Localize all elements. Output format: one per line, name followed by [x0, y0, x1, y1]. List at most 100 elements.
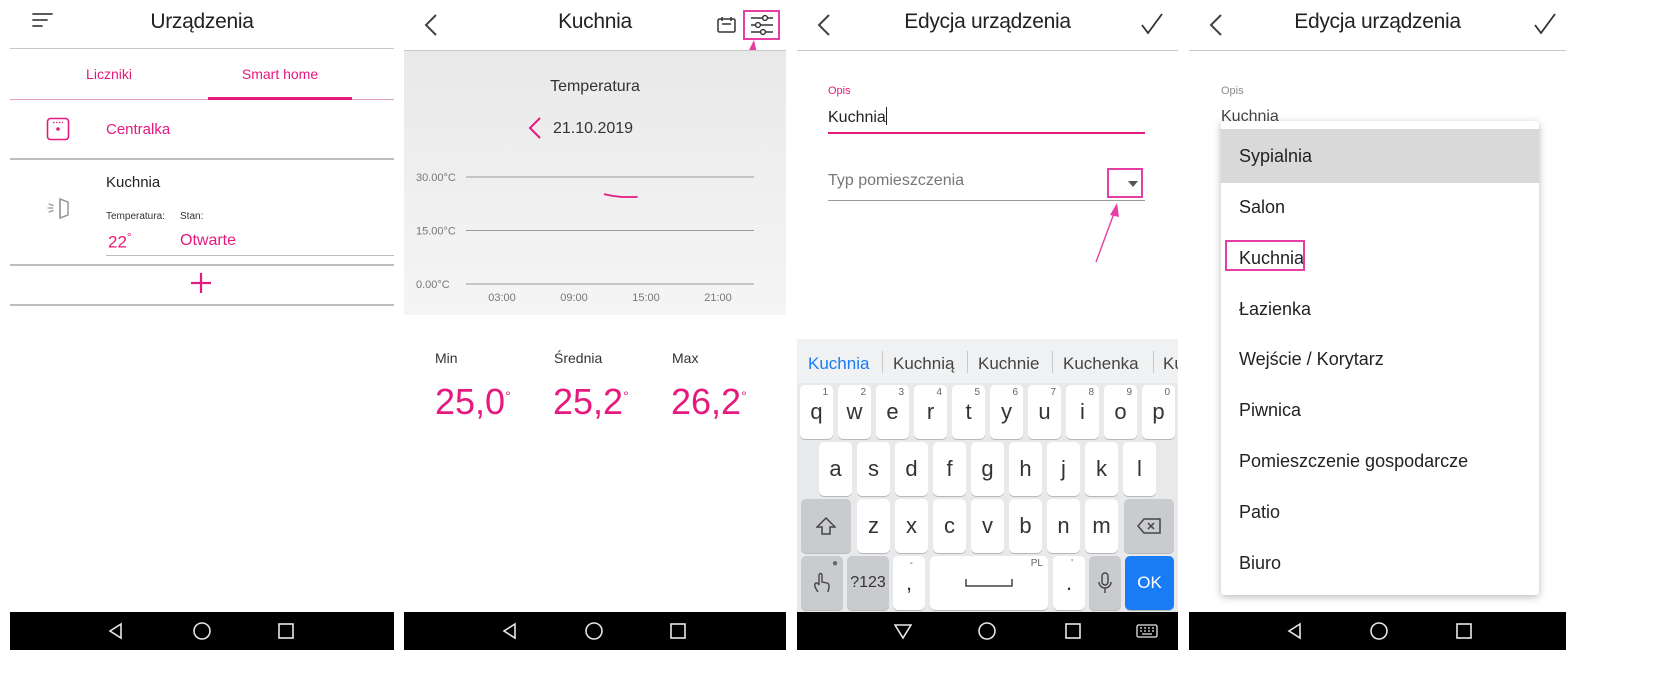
key-y[interactable]: 6y	[990, 385, 1023, 439]
key-o[interactable]: 9o	[1104, 385, 1137, 439]
key-h[interactable]: h	[1009, 442, 1042, 496]
home-nav-icon[interactable]	[584, 621, 604, 641]
key-n[interactable]: n	[1047, 499, 1080, 553]
confirm-check-icon[interactable]	[1140, 12, 1164, 36]
option-patio[interactable]: Patio	[1221, 485, 1539, 539]
key-b[interactable]: b	[1009, 499, 1042, 553]
option-biuro[interactable]: Biuro	[1221, 536, 1539, 590]
key-t[interactable]: 5t	[952, 385, 985, 439]
key-number-hint: 9	[1126, 387, 1132, 398]
hub-row[interactable]: Centralka	[10, 101, 394, 159]
back-nav-icon[interactable]	[106, 621, 126, 641]
option-wejscie-korytarz[interactable]: Wejście / Korytarz	[1221, 332, 1539, 386]
page-title: Edycja urządzenia	[904, 10, 1071, 33]
home-nav-icon[interactable]	[977, 621, 997, 641]
key-r[interactable]: 4r	[914, 385, 947, 439]
recents-nav-icon[interactable]	[668, 621, 688, 641]
key-g[interactable]: g	[971, 442, 1004, 496]
key-c[interactable]: c	[933, 499, 966, 553]
suggestion-5[interactable]: Ku	[1163, 354, 1178, 374]
date-prev-icon[interactable]	[528, 116, 542, 140]
key-label: z	[868, 513, 879, 538]
y-tick-label: 30.00°C	[416, 172, 456, 184]
key-u[interactable]: 7u	[1028, 385, 1061, 439]
home-nav-icon[interactable]	[1369, 621, 1389, 641]
key-a[interactable]: a	[819, 442, 852, 496]
key-q[interactable]: 1q	[800, 385, 833, 439]
plus-icon[interactable]	[190, 272, 212, 294]
key-x[interactable]: x	[895, 499, 928, 553]
option-pomieszczenie-gospodarcze[interactable]: Pomieszczenie gospodarcze	[1221, 434, 1539, 488]
option-salon[interactable]: Salon	[1221, 180, 1539, 234]
tab-smart-home[interactable]: Smart home	[208, 66, 352, 82]
key-s[interactable]: s	[857, 442, 890, 496]
option-lazienka[interactable]: Łazienka	[1221, 282, 1539, 336]
tab-liczniki[interactable]: Liczniki	[10, 66, 208, 82]
recents-nav-icon[interactable]	[276, 621, 296, 641]
key-label: r	[926, 399, 935, 424]
row-divider	[10, 304, 394, 306]
comma-key[interactable]: - ,	[893, 556, 925, 610]
key-j[interactable]: j	[1047, 442, 1080, 496]
option-label: Patio	[1239, 501, 1281, 522]
shift-key[interactable]	[801, 499, 851, 553]
key-label: s	[868, 456, 879, 481]
room-type-select[interactable]: Typ pomieszczenia	[828, 172, 1145, 201]
back-nav-icon[interactable]	[500, 621, 520, 641]
back-nav-icon[interactable]	[1285, 621, 1305, 641]
key-l[interactable]: l	[1123, 442, 1156, 496]
device-row[interactable]: Kuchnia Temperatura: Stan: 22° Otwarte	[10, 160, 394, 264]
gesture-key[interactable]: ●	[801, 556, 843, 610]
hide-keyboard-nav-icon[interactable]	[893, 621, 913, 641]
backspace-key[interactable]	[1124, 499, 1174, 553]
recents-nav-icon[interactable]	[1454, 621, 1474, 641]
period-key[interactable]: ' .	[1053, 556, 1085, 610]
temperature-number: 22	[108, 232, 127, 252]
key-number-hint: 0	[1164, 387, 1170, 398]
option-label: Sypialnia	[1239, 145, 1313, 166]
header-divider	[797, 50, 1178, 51]
key-k[interactable]: k	[1085, 442, 1118, 496]
keyboard: Kuchnia Kuchnią Kuchnie Kuchenka Ku 1q2w…	[797, 339, 1178, 612]
temperature-label: Temperatura:	[106, 211, 165, 222]
key-p[interactable]: 0p	[1142, 385, 1175, 439]
screen-edit-device-dropdown: Edycja urządzenia Opis Kuchnia Sypialnia…	[1189, 0, 1566, 688]
sliders-icon[interactable]	[750, 14, 774, 36]
suggestion-1[interactable]: Kuchnia	[808, 354, 869, 374]
stat-avg-unit: °	[623, 388, 629, 404]
hub-label: Centralka	[106, 121, 171, 138]
option-sypialnia[interactable]: Sypialnia	[1221, 129, 1539, 183]
key-m[interactable]: m	[1085, 499, 1118, 553]
description-input[interactable]: Kuchnia	[828, 107, 1145, 134]
key-e[interactable]: 3e	[876, 385, 909, 439]
comma-key-label: ,	[905, 570, 913, 595]
suggestion-3[interactable]: Kuchnie	[978, 354, 1039, 374]
room-type-dropdown-menu: Sypialnia Salon Kuchnia Łazienka Wejście…	[1221, 121, 1539, 595]
recents-nav-icon[interactable]	[1063, 621, 1083, 641]
comma-hint: -	[909, 558, 913, 569]
key-v[interactable]: v	[971, 499, 1004, 553]
confirm-check-icon[interactable]	[1533, 12, 1557, 36]
keyboard-switch-icon[interactable]	[1135, 621, 1159, 641]
ok-key[interactable]: OK	[1125, 556, 1174, 610]
key-d[interactable]: d	[895, 442, 928, 496]
key-i[interactable]: 8i	[1066, 385, 1099, 439]
calendar-icon[interactable]	[717, 16, 736, 33]
option-label: Wejście / Korytarz	[1239, 348, 1384, 369]
option-piwnica[interactable]: Piwnica	[1221, 383, 1539, 437]
dropdown-arrow-icon[interactable]	[1128, 181, 1138, 187]
key-label: g	[981, 456, 994, 481]
space-key[interactable]: PL	[930, 556, 1048, 610]
symbols-key[interactable]: ?123	[847, 556, 889, 610]
home-nav-icon[interactable]	[192, 621, 212, 641]
page-title: Edycja urządzenia	[1294, 10, 1461, 33]
key-f[interactable]: f	[933, 442, 966, 496]
suggestion-2[interactable]: Kuchnią	[893, 354, 954, 374]
key-label: v	[982, 513, 993, 538]
suggestion-4[interactable]: Kuchenka	[1063, 354, 1139, 374]
key-z[interactable]: z	[857, 499, 890, 553]
stat-avg-value: 25,2°	[553, 381, 629, 423]
key-label: a	[829, 456, 842, 481]
mic-key[interactable]	[1089, 556, 1121, 610]
key-w[interactable]: 2w	[838, 385, 871, 439]
